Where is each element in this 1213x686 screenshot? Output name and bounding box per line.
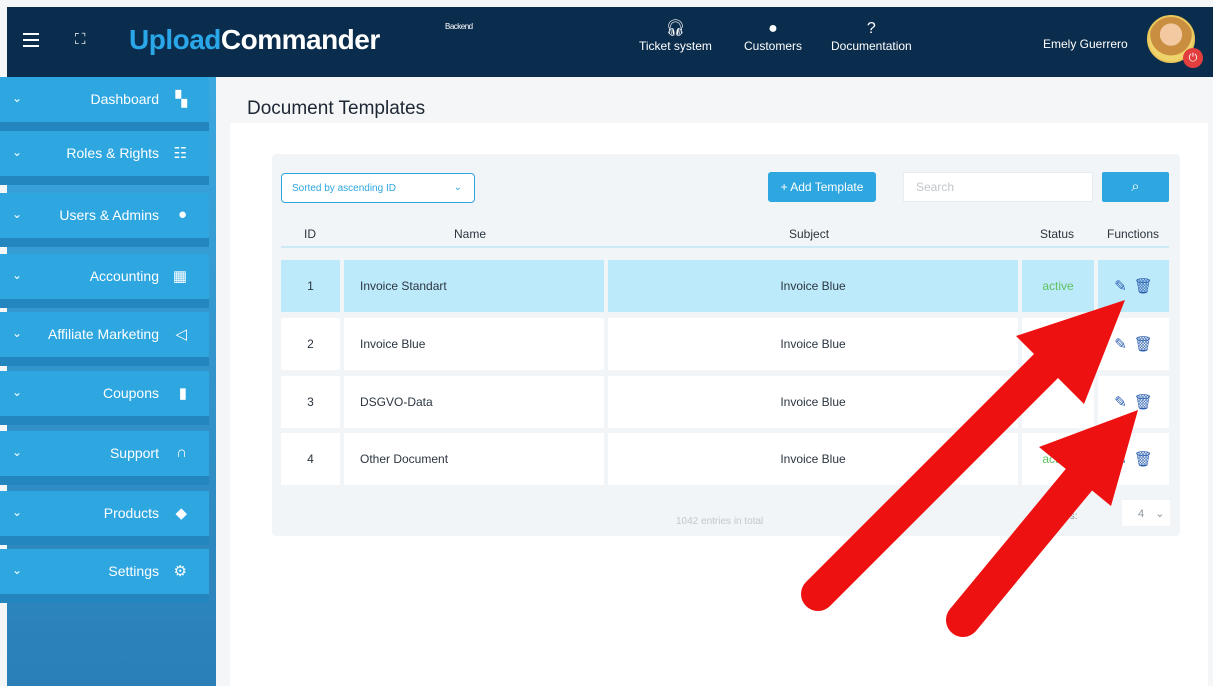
annotation-arrows [801, 300, 1138, 637]
